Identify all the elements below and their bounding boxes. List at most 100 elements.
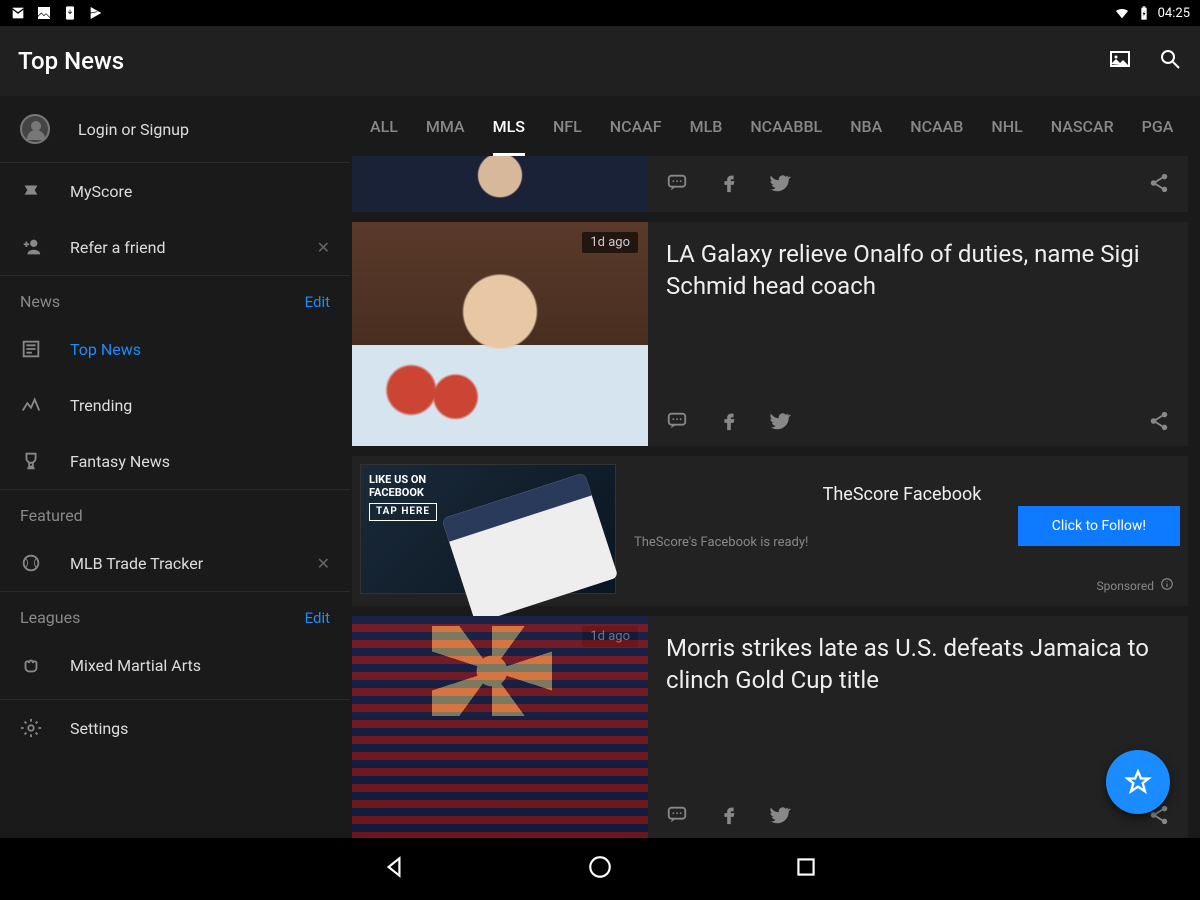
edit-button[interactable]: Edit — [305, 293, 330, 311]
sidebar-section-featured: Featured — [0, 490, 350, 535]
wifi-icon — [1114, 5, 1130, 21]
comment-icon[interactable] — [666, 804, 688, 830]
download-icon — [62, 5, 78, 21]
trophy-icon — [20, 450, 42, 472]
add-friend-icon — [20, 236, 42, 258]
sidebar-trending[interactable]: Trending — [0, 377, 350, 433]
close-icon[interactable]: ✕ — [317, 554, 330, 573]
gear-icon — [20, 717, 42, 739]
section-title: News — [20, 292, 60, 311]
score-icon — [20, 180, 42, 202]
news-thumbnail: 1d ago — [352, 222, 648, 446]
sidebar-topnews[interactable]: Top News — [0, 321, 350, 377]
tab-all[interactable]: ALL — [356, 96, 412, 156]
star-icon — [1124, 768, 1152, 796]
sidebar-item-label: Fantasy News — [70, 452, 170, 471]
battery-charging-icon — [1136, 5, 1152, 21]
share-icon[interactable] — [1148, 172, 1170, 198]
news-headline: LA Galaxy relieve Onalfo of duties, name… — [666, 238, 1170, 303]
comment-icon[interactable] — [666, 410, 688, 436]
gmail-icon — [10, 5, 26, 21]
news-card[interactable]: 1d ago LA Galaxy relieve Onalfo of dutie… — [352, 222, 1188, 446]
sidebar-item-label: MyScore — [70, 182, 132, 201]
tab-mlb[interactable]: MLB — [676, 96, 737, 156]
news-thumbnail — [352, 156, 648, 211]
android-status-bar: 04:25 — [0, 0, 1200, 26]
gallery-icon[interactable] — [1108, 47, 1132, 75]
twitter-icon[interactable] — [770, 172, 792, 198]
recent-apps-button[interactable] — [793, 854, 819, 884]
search-icon[interactable] — [1158, 47, 1182, 75]
promo-banner-line1: LIKE US ON — [369, 473, 437, 486]
sidebar-item-label: Top News — [70, 340, 141, 359]
baseball-icon — [20, 552, 42, 574]
news-thumbnail: 1d ago — [352, 616, 648, 838]
timestamp: 1d ago — [582, 232, 638, 253]
page-title: Top News — [18, 47, 124, 75]
promo-banner-line2: FACEBOOK — [369, 486, 437, 499]
tab-nfl[interactable]: NFL — [539, 96, 596, 156]
sidebar-item-label: MLB Trade Tracker — [70, 554, 203, 573]
sidebar-section-leagues: Leagues Edit — [0, 592, 350, 637]
tab-pga[interactable]: PGA — [1128, 96, 1188, 156]
avatar-icon — [20, 114, 50, 144]
tab-nba[interactable]: NBA — [836, 96, 896, 156]
favorite-fab[interactable] — [1106, 750, 1170, 814]
sidebar-settings[interactable]: Settings — [0, 700, 350, 756]
facebook-icon[interactable] — [718, 172, 740, 198]
comment-icon[interactable] — [666, 172, 688, 198]
sidebar-myscore[interactable]: MyScore — [0, 163, 350, 219]
sidebar: Login or Signup MyScore Refer a friend ✕… — [0, 96, 350, 838]
sponsored-card[interactable]: LIKE US ON FACEBOOK TAP HERE TheScore Fa… — [352, 456, 1188, 606]
tab-nhl[interactable]: NHL — [977, 96, 1036, 156]
sidebar-league-mma[interactable]: Mixed Martial Arts — [0, 637, 350, 693]
sidebar-item-label: Login or Signup — [78, 120, 189, 139]
section-title: Featured — [20, 506, 83, 525]
sidebar-refer[interactable]: Refer a friend ✕ — [0, 219, 350, 275]
sidebar-mlbtracker[interactable]: MLB Trade Tracker ✕ — [0, 535, 350, 591]
sidebar-fantasy[interactable]: Fantasy News — [0, 433, 350, 489]
content-area: ALLMMAMLSNFLNCAAFMLBNCAABBLNBANCAABNHLNA… — [350, 96, 1200, 838]
android-nav-bar — [0, 838, 1200, 900]
news-headline: Morris strikes late as U.S. defeats Jama… — [666, 632, 1170, 697]
tab-ncaabbl[interactable]: NCAABBL — [736, 96, 836, 156]
twitter-icon[interactable] — [770, 804, 792, 830]
news-feed[interactable]: 1d ago LA Galaxy relieve Onalfo of dutie… — [350, 156, 1200, 838]
sponsored-label: Sponsored — [1097, 579, 1154, 593]
sidebar-item-label: Settings — [70, 719, 128, 738]
news-card[interactable] — [352, 156, 1188, 212]
back-button[interactable] — [381, 854, 407, 884]
tab-nascar[interactable]: NASCAR — [1037, 96, 1128, 156]
play-icon — [88, 5, 104, 21]
tab-ncaaf[interactable]: NCAAF — [596, 96, 676, 156]
tab-ncaab[interactable]: NCAAB — [896, 96, 977, 156]
promo-thumbnail: LIKE US ON FACEBOOK TAP HERE — [360, 464, 616, 594]
sidebar-section-news: News Edit — [0, 276, 350, 321]
news-card[interactable]: 1d ago Morris strikes late as U.S. defea… — [352, 616, 1188, 838]
share-icon[interactable] — [1148, 410, 1170, 436]
trending-icon — [20, 394, 42, 416]
home-button[interactable] — [587, 854, 613, 884]
facebook-icon[interactable] — [718, 804, 740, 830]
section-title: Leagues — [20, 608, 80, 627]
tab-mls[interactable]: MLS — [479, 96, 539, 156]
twitter-icon[interactable] — [770, 410, 792, 436]
promo-title: TheScore Facebook — [634, 484, 1170, 505]
edit-button[interactable]: Edit — [305, 609, 330, 627]
follow-button[interactable]: Click to Follow! — [1018, 506, 1180, 546]
facebook-icon[interactable] — [718, 410, 740, 436]
sidebar-login[interactable]: Login or Signup — [0, 96, 350, 162]
clock-text: 04:25 — [1158, 6, 1190, 21]
photos-icon — [36, 5, 52, 21]
news-icon — [20, 338, 42, 360]
sidebar-item-label: Refer a friend — [70, 238, 165, 257]
sidebar-item-label: Mixed Martial Arts — [70, 656, 201, 675]
close-icon[interactable]: ✕ — [317, 238, 330, 257]
promo-tap-here: TAP HERE — [369, 503, 437, 521]
info-icon[interactable] — [1160, 577, 1174, 594]
timestamp: 1d ago — [582, 626, 638, 647]
sport-tabs: ALLMMAMLSNFLNCAAFMLBNCAABBLNBANCAABNHLNA… — [350, 96, 1200, 156]
tab-mma[interactable]: MMA — [412, 96, 479, 156]
app-bar: Top News — [0, 26, 1200, 96]
fist-icon — [20, 654, 42, 676]
